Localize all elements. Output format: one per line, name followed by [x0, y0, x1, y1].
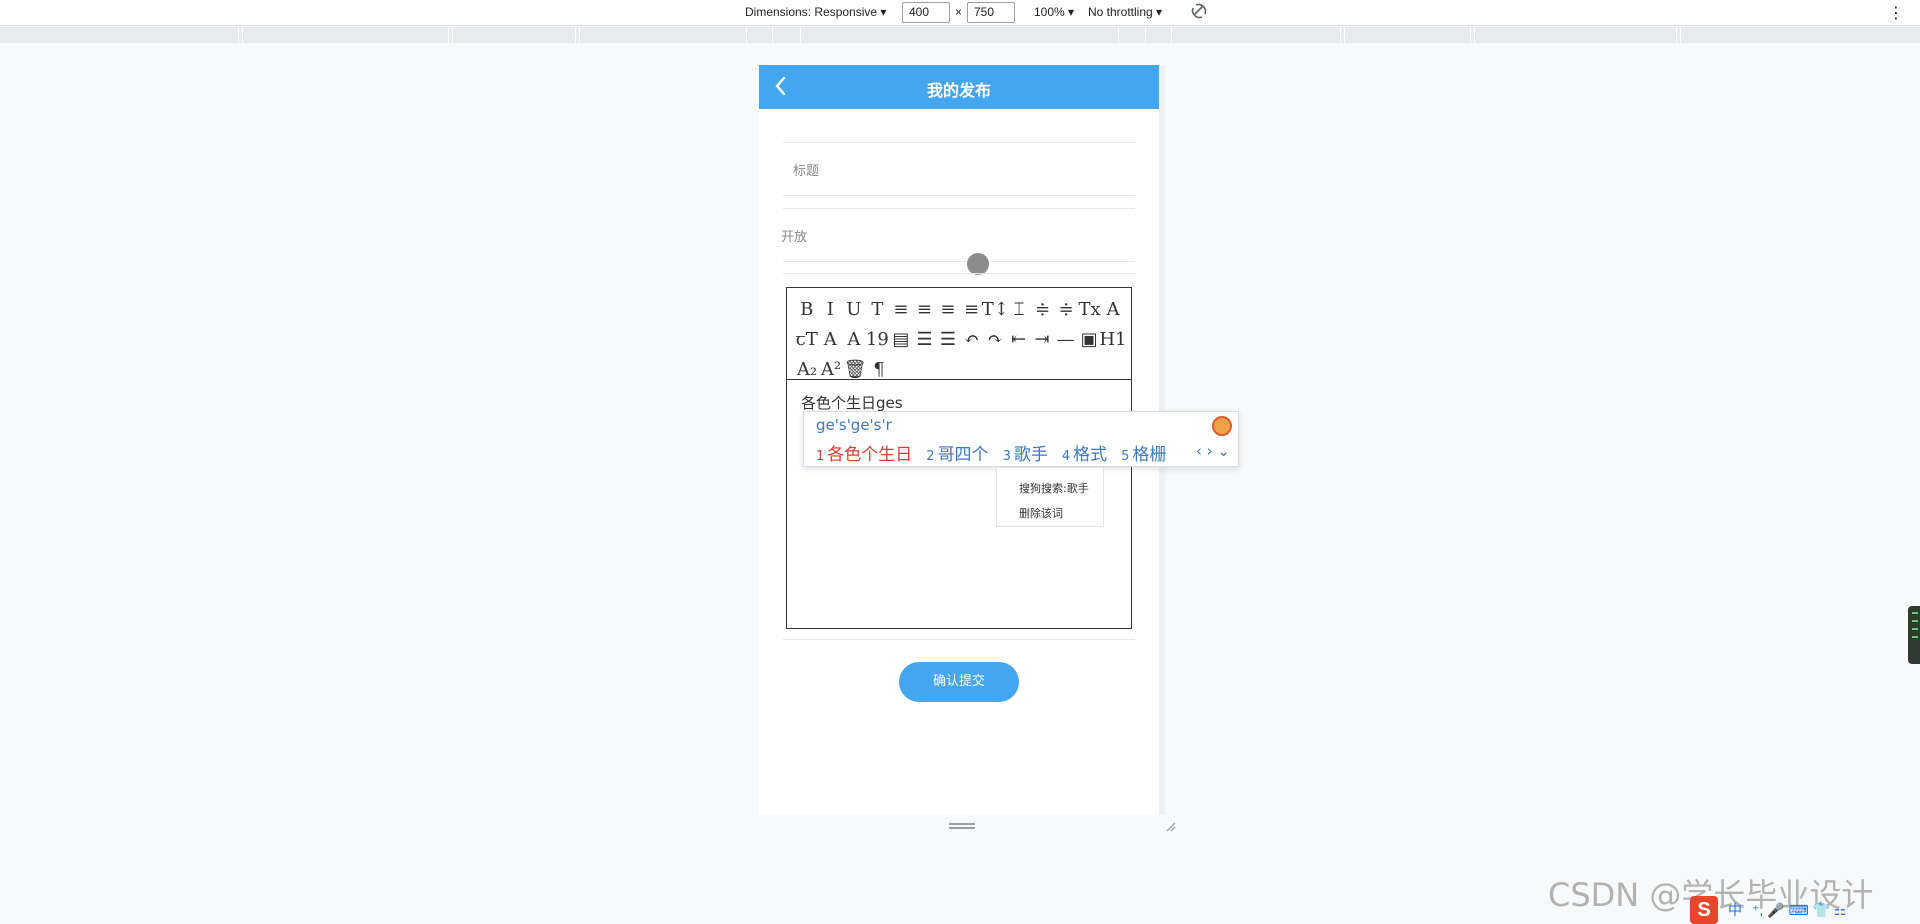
toolbar-button[interactable]: T — [866, 297, 890, 321]
ime-candidate[interactable]: 3 歌手 — [1003, 440, 1048, 465]
tray-items[interactable]: ⁺, 🎤 ⌨ 👕 ⚏ — [1752, 902, 1846, 919]
toolbar-button[interactable]: A₂ — [795, 357, 819, 381]
divider — [783, 639, 1135, 640]
menu-item-delete[interactable]: 删除该词 — [1019, 501, 1103, 526]
toolbar-row: A₂ A² 🗑 ¶ — [795, 354, 1125, 384]
throttling-dropdown[interactable]: No throttling ▾ — [1088, 5, 1162, 19]
open-label: 开放 — [781, 230, 808, 245]
toggle-knob[interactable] — [967, 253, 989, 275]
toolbar-button[interactable]: ≡ — [960, 297, 984, 321]
divider — [783, 195, 1135, 196]
ime-candidate-window: ge's'ge's'r 1 各色个生日 2 哥四个 3 歌手 4 格式 5 格栅 ‹ › ⌄ — [803, 411, 1239, 467]
times-sign: × — [955, 5, 963, 19]
toolbar-button[interactable]: ☰ — [913, 327, 937, 351]
toolbar-row: B I U T ≡ ≡ ≡ ≡ T↕ ⌶ ≑ ≑ Tx A — [795, 294, 1125, 324]
toolbar-button[interactable]: B — [795, 297, 819, 321]
divider — [783, 261, 1135, 262]
toolbar-button[interactable]: — — [1054, 327, 1078, 351]
toolbar-button[interactable]: ≑ — [1031, 297, 1055, 321]
toolbar-button[interactable]: A — [842, 327, 866, 351]
zoom-dropdown[interactable]: 100% ▾ — [1034, 5, 1074, 19]
editor-toolbar: B I U T ≡ ≡ ≡ ≡ T↕ ⌶ ≑ ≑ Tx A ꞇT A A 19 ▤ ☰ ☰ ↶ ↷ ⇤ ⇥ — ▣ H1 A₂ A² 🗑… — [787, 288, 1131, 380]
toolbar-button[interactable]: ≑ — [1054, 297, 1078, 321]
resize-corner-icon[interactable] — [1164, 820, 1176, 832]
ime-candidate[interactable]: 2 哥四个 — [926, 440, 988, 465]
candidate-text: 各色个生日 — [827, 445, 913, 465]
toolbar-button[interactable]: ≡ — [936, 297, 960, 321]
candidate-text: 格式 — [1073, 445, 1108, 465]
zoom-label: 100% — [1034, 5, 1065, 19]
dimensions-dropdown[interactable]: Dimensions: Responsive ▾ — [745, 5, 886, 19]
ime-candidates: 1 各色个生日 2 哥四个 3 歌手 4 格式 5 格栅 — [816, 440, 1166, 465]
candidate-text: 哥四个 — [937, 445, 989, 465]
toolbar-button[interactable]: I — [819, 297, 843, 321]
submit-button[interactable]: 确认提交 — [899, 662, 1019, 702]
page-title: 我的发布 — [926, 81, 991, 100]
toolbar-button[interactable]: A² — [819, 357, 843, 381]
throttling-label: No throttling — [1088, 5, 1153, 19]
ime-context-menu: 搜狗搜索:歌手 删除该词 — [996, 467, 1104, 527]
toolbar-button[interactable]: ⇥ — [1030, 327, 1054, 351]
title-input[interactable]: 标题 — [793, 160, 819, 179]
toolbar-button[interactable]: ≡ — [913, 297, 937, 321]
devtools-toolbar: Dimensions: Responsive ▾ 400 × 750 100% … — [0, 0, 1920, 26]
toolbar-button[interactable]: A — [819, 327, 843, 351]
toolbar-button[interactable]: ↷ — [983, 327, 1007, 351]
toolbar-button[interactable]: H1 — [1099, 327, 1126, 351]
ime-candidate[interactable]: 1 各色个生日 — [816, 440, 912, 465]
dimensions-label: Dimensions: Responsive — [745, 5, 878, 19]
toolbar-button[interactable]: 19 — [866, 327, 890, 351]
ime-nav[interactable]: ‹ › ⌄ — [1196, 442, 1230, 460]
ime-mode-label[interactable]: 中 — [1728, 900, 1742, 920]
menu-item-search[interactable]: 搜狗搜索:歌手 — [1019, 476, 1103, 501]
ime-composition: ge's'ge's'r — [816, 416, 892, 434]
toolbar-button[interactable]: ↶ — [960, 327, 984, 351]
divider — [783, 273, 1135, 274]
height-input[interactable]: 750 — [967, 2, 1015, 23]
resize-handle[interactable] — [949, 823, 975, 829]
ime-candidate[interactable]: 4 格式 — [1062, 440, 1107, 465]
toolbar-button[interactable]: T↕ — [982, 297, 1009, 321]
toolbar-button[interactable]: ▣ — [1077, 327, 1101, 351]
page-header: 我的发布 — [759, 65, 1159, 109]
kebab-icon[interactable]: ⋮ — [1888, 3, 1904, 23]
width-input[interactable]: 400 — [902, 2, 950, 23]
candidate-text: 歌手 — [1013, 445, 1048, 465]
toolbar-button[interactable]: ☰ — [936, 327, 960, 351]
ime-candidate[interactable]: 5 格栅 — [1121, 440, 1166, 465]
candidate-number: 2 — [926, 449, 935, 464]
candidate-number: 3 — [1002, 449, 1011, 464]
side-widget[interactable] — [1908, 606, 1920, 664]
sogou-logo-icon — [1212, 416, 1232, 436]
toolbar-button[interactable]: ⌶ — [1007, 297, 1031, 321]
sogou-icon[interactable]: S — [1690, 896, 1718, 924]
toolbar-button[interactable]: ≡ — [889, 297, 913, 321]
candidate-number: 1 — [816, 449, 825, 464]
candidate-number: 5 — [1121, 449, 1130, 464]
candidate-text: 格栅 — [1132, 445, 1167, 465]
toolbar-row: ꞇT A A 19 ▤ ☰ ☰ ↶ ↷ ⇤ ⇥ — ▣ H1 — [795, 324, 1127, 354]
toolbar-button[interactable]: 🗑 — [843, 357, 867, 381]
candidate-number: 4 — [1061, 449, 1071, 464]
toolbar-button[interactable]: Tx — [1078, 297, 1102, 321]
toolbar-button[interactable]: U — [842, 297, 866, 321]
divider — [783, 208, 1135, 209]
toolbar-button[interactable]: ▤ — [889, 327, 913, 351]
toolbar-button[interactable]: A — [1101, 297, 1125, 321]
toolbar-button[interactable]: ꞇT — [795, 327, 819, 351]
system-tray: S 中 ⁺, 🎤 ⌨ 👕 ⚏ — [1690, 896, 1920, 924]
divider — [783, 142, 1135, 143]
toolbar-button[interactable]: ⇤ — [1007, 327, 1031, 351]
toolbar-button[interactable]: ¶ — [867, 357, 891, 381]
editor-content[interactable]: 各色个生日ges — [801, 392, 903, 413]
media-query-ruler — [0, 27, 1920, 43]
rotate-icon[interactable] — [1190, 2, 1208, 23]
